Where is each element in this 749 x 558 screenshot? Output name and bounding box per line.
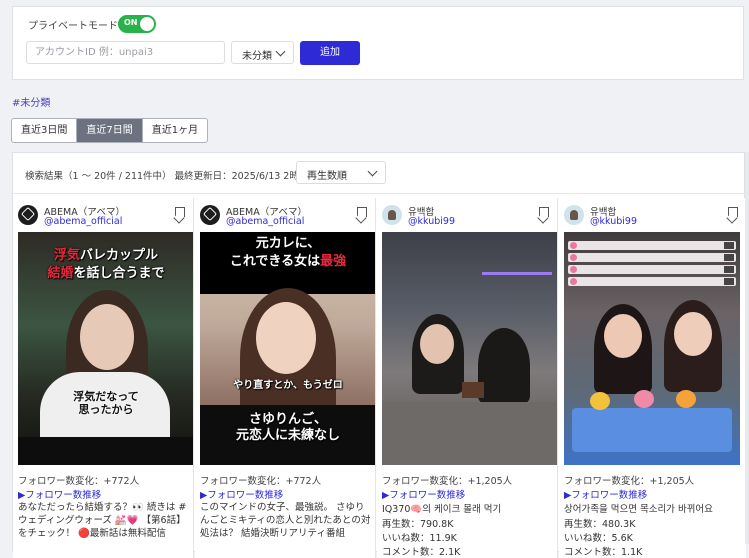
- video-card[interactable]: 유백합 @kkubi99 フォロワー数変化：+1,205人 ▶フォロワー数推移 …: [377, 198, 558, 558]
- thumbnail-caption-bottom-2: 元恋人に未練なし: [235, 428, 340, 443]
- tab-last-7-days[interactable]: 直近7日間: [77, 119, 143, 142]
- period-tabs: 直近3日間 直近7日間 直近1ヶ月: [11, 118, 209, 143]
- results-panel: 検索結果（1 〜 20件 / 211件中） 最終更新日：2025/6/13 2時…: [12, 152, 746, 558]
- video-description: あなただったら結婚する？👀 続きは #ウェディングウォーズ 💒💗 【第6話】をチ…: [18, 502, 187, 539]
- category-select-value: 未分類: [242, 51, 272, 62]
- cake-shape: [572, 408, 732, 452]
- neon-light-shape: [482, 272, 552, 275]
- video-description: このマインドの女子、最強説。 さゆりんごとミキティの恋人と別れたあとの対処法は？…: [200, 502, 371, 539]
- follower-change: フォロワー数変化：+772人: [18, 476, 140, 487]
- account-id-input[interactable]: [26, 41, 225, 64]
- thumbnail-caption-line-1: 浮気バレカップル: [53, 248, 159, 263]
- face-shape: [604, 314, 642, 358]
- toy-shape: [634, 390, 654, 408]
- thumbnail-caption-line-2: 結婚を話し合うまで: [47, 266, 165, 281]
- follower-change: フォロワー数変化：+1,205人: [382, 476, 513, 487]
- video-thumbnail[interactable]: 元カレに、 これできる女は最強 やり直すとか、もうゼロ さゆりんご、 元恋人に未…: [200, 232, 375, 465]
- thumbnail-letterbox: [18, 437, 193, 465]
- video-description: IQ370🧠의 케이크 몰래 먹기: [382, 504, 502, 515]
- face-shape: [420, 324, 454, 364]
- tab-last-1-month[interactable]: 直近1ヶ月: [143, 119, 207, 142]
- follower-trend-link[interactable]: ▶フォロワー数推移: [564, 487, 647, 501]
- chevron-down-icon: [275, 46, 286, 57]
- sort-select[interactable]: 再生数順: [296, 161, 386, 184]
- view-count: 再生数：790.8K: [382, 519, 454, 530]
- follower-change: フォロワー数変化：+1,205人: [564, 476, 695, 487]
- cake-shape: [462, 382, 484, 398]
- channel-handle-link[interactable]: @abema_official: [44, 216, 122, 227]
- page-scrollbar[interactable]: [745, 152, 749, 544]
- follower-trend-link[interactable]: ▶フォロワー数推移: [18, 487, 101, 501]
- progress-bar-shape: [568, 265, 736, 274]
- add-button[interactable]: 追加: [300, 41, 360, 65]
- person-silhouette: [478, 328, 530, 404]
- chevron-down-icon: [367, 166, 378, 177]
- like-count: いいね数：5.6K: [564, 533, 633, 544]
- sort-select-value: 再生数順: [307, 171, 347, 182]
- face-shape: [674, 312, 712, 356]
- channel-handle-link[interactable]: @kkubi99: [590, 216, 637, 227]
- thumbnail-caption-line-1: 元カレに、: [255, 236, 321, 251]
- face-shape: [256, 302, 316, 374]
- face-shape: [80, 304, 134, 370]
- results-summary: 検索結果（1 〜 20件 / 211件中） 最終更新日：2025/6/13 2時: [25, 171, 299, 182]
- follower-trend-link[interactable]: ▶フォロワー数推移: [382, 487, 465, 501]
- avatar: [382, 205, 402, 225]
- bookmark-icon[interactable]: [175, 207, 185, 217]
- progress-bar-shape: [568, 253, 736, 262]
- category-select[interactable]: 未分類: [231, 41, 294, 64]
- video-card[interactable]: ABEMA（アベマ） @abema_official 元カレに、 これできる女は…: [195, 198, 376, 558]
- game-bars-overlay: [564, 238, 740, 289]
- video-thumbnail[interactable]: [564, 232, 740, 465]
- table-shape: [382, 402, 557, 465]
- account-settings-panel: プライベートモード ON 未分類 追加: [12, 6, 744, 80]
- toggle-knob: [140, 17, 154, 31]
- avatar: [564, 205, 584, 225]
- follower-change: フォロワー数変化：+772人: [200, 476, 322, 487]
- video-thumbnail[interactable]: [382, 232, 557, 465]
- video-thumbnail[interactable]: 浮気バレカップル 結婚を話し合うまで 浮気だなって思ったから: [18, 232, 193, 465]
- avatar: [18, 205, 38, 225]
- video-description: 상어가족을 먹으면 목소리가 바뀌어요: [564, 504, 713, 515]
- thumbnail-caption-line-2: これできる女は最強: [229, 254, 347, 269]
- thumbnail-subtitle: 浮気だなって思ったから: [73, 390, 139, 416]
- toy-shape: [590, 392, 610, 410]
- thumbnail-subtitle: やり直すとか、もうゼロ: [233, 380, 343, 391]
- follower-trend-link[interactable]: ▶フォロワー数推移: [200, 487, 283, 501]
- video-card[interactable]: 유백합 @kkubi99 フォロワー数変化：+1,205人 ▶フォロワー数推移 …: [559, 198, 746, 558]
- video-card[interactable]: ABEMA（アベマ） @abema_official 浮気バレカップル 結婚を話…: [13, 198, 194, 558]
- toggle-on-label: ON: [124, 18, 138, 27]
- comment-count: コメント数：2.1K: [382, 547, 461, 558]
- private-mode-label: プライベートモード: [28, 21, 118, 32]
- divider: [13, 193, 744, 194]
- bookmark-icon[interactable]: [357, 207, 367, 217]
- toy-shape: [676, 390, 696, 408]
- progress-bar-shape: [568, 277, 736, 286]
- private-mode-toggle[interactable]: ON: [118, 15, 156, 33]
- channel-handle-link[interactable]: @abema_official: [226, 216, 304, 227]
- tab-last-3-days[interactable]: 直近3日間: [12, 119, 78, 142]
- view-count: 再生数：480.3K: [564, 519, 636, 530]
- progress-bar-shape: [568, 241, 736, 250]
- like-count: いいね数：11.9K: [382, 533, 457, 544]
- comment-count: コメント数：1.1K: [564, 547, 643, 558]
- bookmark-icon[interactable]: [539, 207, 549, 217]
- avatar: [200, 205, 220, 225]
- category-tag-link[interactable]: #未分類: [12, 94, 50, 109]
- bookmark-icon[interactable]: [728, 207, 738, 217]
- channel-handle-link[interactable]: @kkubi99: [408, 216, 455, 227]
